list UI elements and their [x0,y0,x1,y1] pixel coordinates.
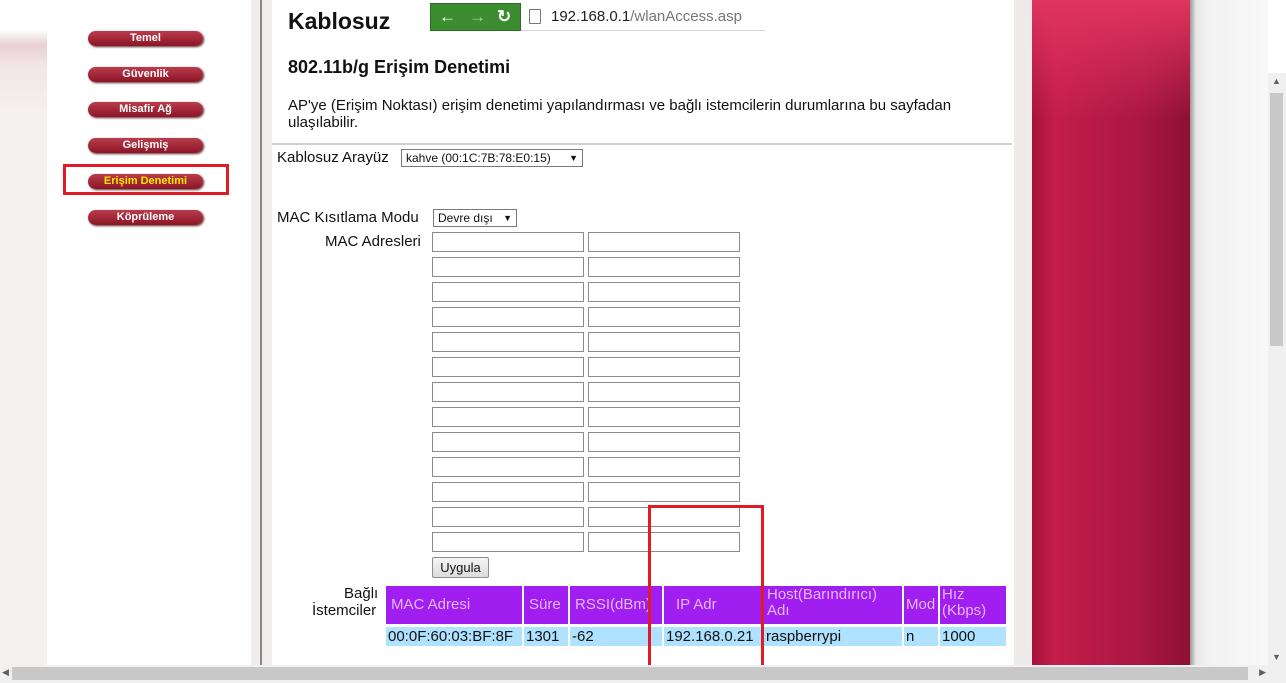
mac-address-input[interactable] [432,257,584,277]
mac-mode-select[interactable]: Devre dışı ▼ [433,209,517,227]
sidebar [47,0,251,665]
mac-address-input[interactable] [588,282,740,302]
col-header-hiz: Hız (Kbps) [940,586,1006,624]
mac-address-input[interactable] [432,332,584,352]
mac-address-input[interactable] [588,482,740,502]
address-bar: ← → ↻ 192.168.0.1/wlanAccess.asp [430,3,765,31]
mac-address-input[interactable] [432,407,584,427]
clients-label-line1: Bağlı [344,585,379,602]
interface-select-value: kahve (00:1C:7B:78:E0:15) [406,151,551,165]
mac-address-input[interactable] [588,382,740,402]
vertical-scrollbar[interactable]: ▲ ▼ [1268,73,1286,665]
mac-address-input[interactable] [432,507,584,527]
reload-icon[interactable]: ↻ [497,7,511,27]
col-header-host: Host(Barındırıcı) Adı [764,586,902,624]
interface-select[interactable]: kahve (00:1C:7B:78:E0:15) ▼ [401,149,583,167]
nav-item-gelismis[interactable]: Gelişmiş [88,138,203,153]
mac-address-input[interactable] [588,407,740,427]
page-title: Kablosuz [288,8,391,34]
right-red-panel-glow [1032,0,1190,120]
mac-address-input[interactable] [432,432,584,452]
col-header-sure: Süre [524,586,568,624]
clients-label-line2: İstemciler [312,602,377,619]
mac-address-input[interactable] [432,457,584,477]
mac-address-input[interactable] [588,457,740,477]
apply-button[interactable]: Uygula [432,557,489,578]
nav-item-guvenlik[interactable]: Güvenlik [88,67,203,82]
mac-address-input[interactable] [432,532,584,552]
divider [260,0,262,665]
right-gap [1014,0,1032,665]
page-icon [529,9,541,24]
nav-item-misafir-ag[interactable]: Misafir Ağ [88,102,203,117]
page-description: AP'ye (Erişim Noktası) erişim denetimi y… [288,97,952,131]
forward-icon[interactable]: → [469,7,486,27]
mac-address-input[interactable] [588,332,740,352]
mac-address-input[interactable] [432,232,584,252]
url-text: 192.168.0.1/wlanAccess.asp [551,8,742,25]
cell-sure: 1301 [524,627,568,646]
cell-mod: n [904,627,938,646]
mac-mode-select-value: Devre dışı [438,211,493,225]
mac-address-input[interactable] [432,482,584,502]
mac-mode-label: MAC Kısıtlama Modu [277,209,419,226]
col-header-mod: Mod [904,586,938,624]
back-icon[interactable]: ← [439,7,456,27]
vertical-scroll-thumb[interactable] [1270,93,1283,346]
scroll-right-icon[interactable]: ▶ [1259,667,1266,678]
interface-label: Kablosuz Arayüz [277,149,389,166]
right-outer-strip [1190,0,1268,665]
mac-addresses-label: MAC Adresleri [325,233,421,250]
browser-nav-group: ← → ↻ [430,3,521,31]
nav-highlight-box [63,164,229,195]
left-decorative-strip [0,0,47,665]
scroll-down-icon[interactable]: ▼ [1272,652,1281,662]
mac-address-input[interactable] [588,432,740,452]
scroll-left-icon[interactable]: ◀ [2,667,9,678]
mac-address-input[interactable] [432,307,584,327]
cell-mac: 00:0F:60:03:BF:8F [386,627,522,646]
mac-address-input[interactable] [588,307,740,327]
cell-host: raspberrypi [764,627,902,646]
mac-address-input[interactable] [588,232,740,252]
ip-highlight-box [648,505,764,673]
mac-address-input[interactable] [588,357,740,377]
scroll-up-icon[interactable]: ▲ [1272,76,1281,86]
horizontal-scroll-thumb[interactable] [12,667,1248,680]
horizontal-scrollbar[interactable]: ◀ ▶ [0,665,1286,683]
mac-address-input[interactable] [432,382,584,402]
mac-address-input[interactable] [432,357,584,377]
col-header-mac: MAC Adresi [386,586,522,624]
cell-hiz: 1000 [940,627,1006,646]
mac-address-input[interactable] [588,257,740,277]
dropdown-arrow-icon: ▼ [503,213,512,223]
url-field[interactable]: 192.168.0.1/wlanAccess.asp [521,3,765,31]
mac-address-input[interactable] [432,282,584,302]
page-subtitle: 802.11b/g Erişim Denetimi [288,57,511,77]
nav-item-kopruleme[interactable]: Köprüleme [88,210,203,225]
dropdown-arrow-icon: ▼ [569,153,578,163]
section-divider [272,143,1012,145]
nav-item-temel[interactable]: Temel [88,31,203,46]
